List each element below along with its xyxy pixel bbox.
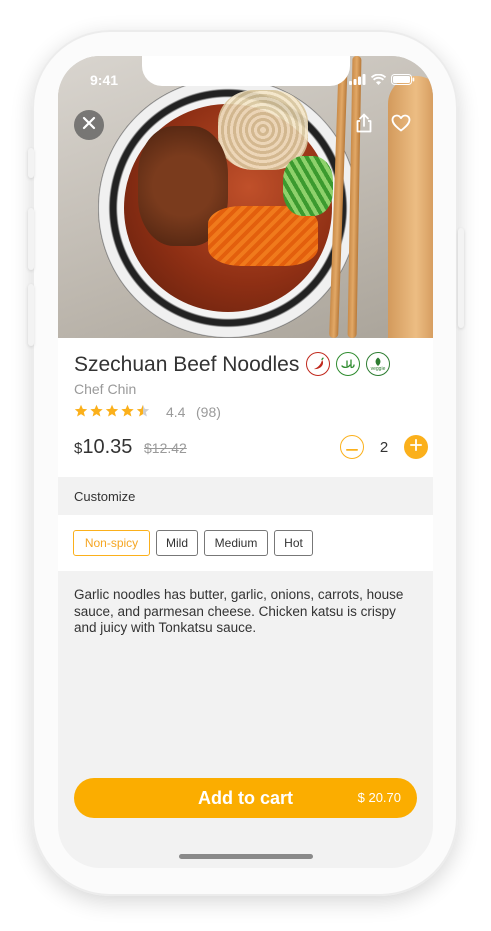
share-icon (355, 113, 373, 138)
product-hero-image (58, 56, 433, 338)
increase-quantity-button[interactable] (404, 435, 428, 459)
battery-icon (391, 72, 415, 90)
cart-total: $ 20.70 (357, 790, 401, 805)
close-button[interactable] (74, 110, 104, 140)
dietary-badges: veggie (306, 352, 390, 376)
heart-icon (391, 114, 411, 137)
close-icon (82, 116, 96, 135)
decrease-quantity-button[interactable] (340, 435, 364, 459)
product-title: Szechuan Beef Noodles (74, 353, 300, 376)
veggie-badge-icon: veggie (366, 352, 390, 376)
product-info-card: Szechuan Beef Noodles veggie Chef Chin 4… (58, 338, 433, 477)
option-hot[interactable]: Hot (274, 530, 313, 556)
star-rating-icon (74, 404, 150, 417)
spice-level-options: Non-spicy Mild Medium Hot (58, 515, 433, 571)
app-screen: 9:41 Szechuan Beef Noodles veggie Chef C… (58, 56, 433, 868)
minus-icon (346, 438, 358, 456)
volume-up-button (28, 208, 34, 270)
signal-icon (349, 72, 366, 90)
quantity-stepper: 2 (340, 435, 428, 459)
product-description: Garlic noodles has butter, garlic, onion… (74, 587, 404, 635)
price-value: 10.35 (82, 436, 133, 458)
share-button[interactable] (349, 110, 379, 140)
mute-switch (28, 148, 34, 178)
option-non-spicy[interactable]: Non-spicy (73, 530, 150, 556)
status-time: 9:41 (90, 72, 119, 88)
add-to-cart-button[interactable]: Add to cart $ 20.70 (74, 778, 417, 818)
status-icons (349, 72, 415, 90)
device-notch (142, 56, 350, 86)
spicy-badge-icon (306, 352, 330, 376)
original-price: $12.42 (144, 440, 187, 456)
home-indicator[interactable] (179, 854, 313, 859)
quantity-value: 2 (379, 438, 389, 456)
option-medium[interactable]: Medium (204, 530, 268, 556)
customize-label: Customize (74, 489, 136, 504)
plus-icon (410, 438, 422, 456)
veggie-badge-label: veggie (370, 365, 386, 372)
rating-count: (98) (196, 404, 221, 420)
favorite-button[interactable] (386, 110, 416, 140)
power-button (458, 228, 464, 328)
wifi-icon (370, 72, 387, 90)
current-price: $10.35 (74, 436, 132, 459)
customize-section-header: Customize (58, 477, 433, 515)
option-mild[interactable]: Mild (156, 530, 198, 556)
chef-name: Chef Chin (74, 381, 137, 397)
rating-stars (74, 404, 162, 418)
halal-badge-icon (336, 352, 360, 376)
rating-value: 4.4 (166, 404, 186, 420)
volume-down-button (28, 284, 34, 346)
